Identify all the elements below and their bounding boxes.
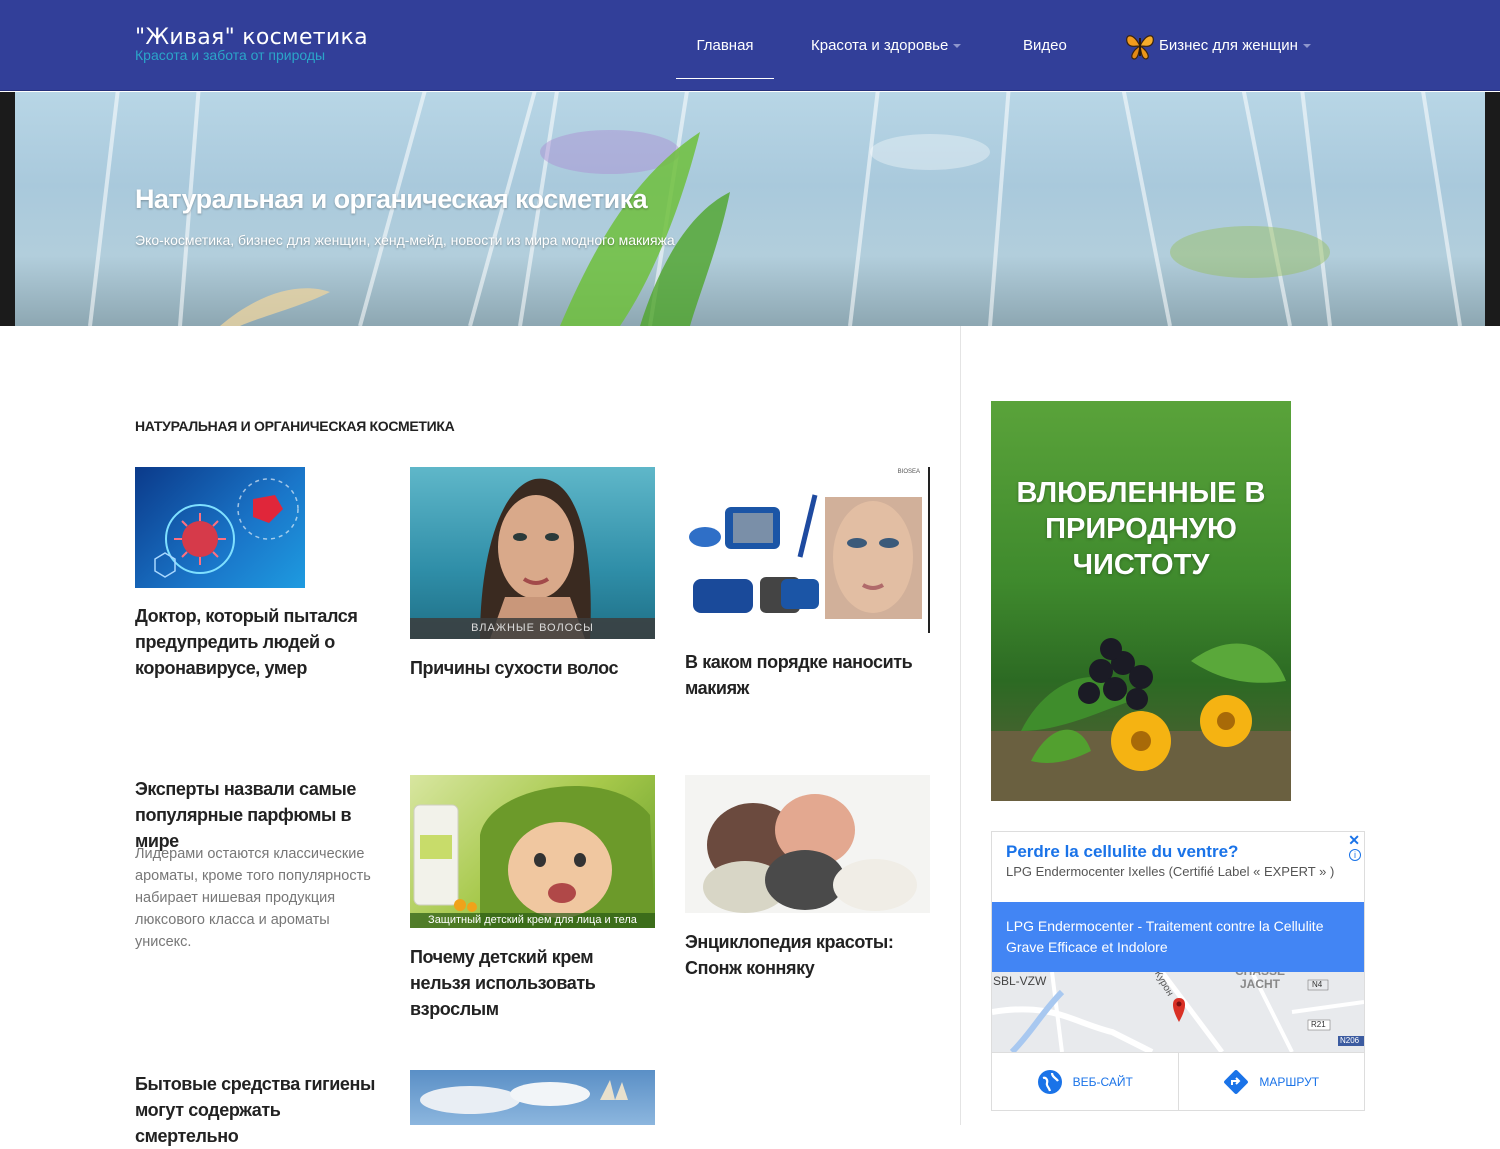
nav-item-home[interactable]: Главная xyxy=(676,0,774,91)
ad-description-panel[interactable]: LPG Endermocenter - Traitement contre la… xyxy=(992,902,1364,972)
nav-item-label: Красота и здоровье xyxy=(811,37,949,54)
woman-face-illustration xyxy=(480,478,591,639)
nav-item-beauty-health[interactable]: Красота и здоровье xyxy=(811,0,962,91)
hero-banner: Натуральная и органическая косметика Эко… xyxy=(0,92,1500,326)
ad-advertiser: LPG Endermocenter Ixelles (Certifié Labe… xyxy=(1006,864,1335,879)
nav-item-business-women[interactable]: Бизнес для женщин xyxy=(1123,0,1311,91)
baby-cream-illustration xyxy=(413,786,655,928)
sidebar-banner-ad[interactable]: ВЛЮБЛЕННЫЕ В ПРИРОДНУЮ ЧИСТОТУ xyxy=(991,401,1291,801)
ad-actions: ВЕБ-САЙТ МАРШРУТ xyxy=(992,1052,1364,1110)
website-button[interactable]: ВЕБ-САЙТ xyxy=(992,1053,1178,1110)
brand-label: BIOSEA xyxy=(897,469,920,475)
post-excerpt: Лидерами остаются классические ароматы, … xyxy=(135,846,371,950)
site-brand[interactable]: "Живая" косметика Красота и забота от пр… xyxy=(135,25,368,63)
hero-subtitle: Эко-косметика, бизнес для женщин, хенд-м… xyxy=(135,232,675,248)
route-button[interactable]: МАРШРУТ xyxy=(1177,1053,1365,1110)
map-illustration xyxy=(992,972,1364,1052)
route-label: МАРШРУТ xyxy=(1259,1074,1320,1089)
nav-item-label: Видео xyxy=(1023,37,1067,54)
post-title[interactable]: Энциклопедия красоты: Спонж конняку xyxy=(685,929,930,981)
post-title[interactable]: Причины сухости волос xyxy=(410,655,655,681)
map-label: N4 xyxy=(1312,980,1323,989)
post-image[interactable] xyxy=(685,775,930,913)
map-label: R21 xyxy=(1311,1020,1326,1029)
ad-description: LPG Endermocenter - Traitement contre la… xyxy=(1006,918,1324,955)
info-icon[interactable]: i xyxy=(1349,849,1361,861)
image-caption: Защитный детский крем для лица и тела xyxy=(410,913,655,928)
post-title[interactable]: Доктор, который пытался предупредить люд… xyxy=(135,603,375,681)
map-ad[interactable]: ✕ i Perdre la cellulite du ventre? LPG E… xyxy=(991,831,1365,1111)
ad-headline[interactable]: Perdre la cellulite du ventre? xyxy=(1006,842,1238,862)
post-title[interactable]: Почему детский крем нельзя использовать … xyxy=(410,944,655,1022)
website-label: ВЕБ-САЙТ xyxy=(1072,1074,1133,1089)
map-label: CHASSE JACHT xyxy=(1235,972,1285,991)
nav-item-video[interactable]: Видео xyxy=(1023,0,1067,91)
makeup-products-illustration xyxy=(689,494,922,619)
section-title: Натуральная и органическая косметика xyxy=(135,418,455,434)
konjac-sponges-illustration xyxy=(703,794,917,913)
post-title[interactable]: Бытовые средства гигиены могут содержать… xyxy=(135,1071,380,1149)
hero-title: Натуральная и органическая косметика xyxy=(135,184,648,214)
butterfly-icon xyxy=(1126,34,1154,60)
nav-item-label: Главная xyxy=(696,37,754,54)
chevron-down-icon xyxy=(1302,43,1311,48)
close-icon[interactable]: ✕ xyxy=(1348,832,1360,849)
clouds-ship-illustration xyxy=(420,1080,628,1114)
post-image[interactable] xyxy=(410,1070,655,1125)
nav-item-label: Бизнес для женщин xyxy=(1159,37,1298,54)
post-image[interactable]: Защитный детский крем для лица и тела xyxy=(410,775,655,928)
post-title[interactable]: В каком порядке наносить макияж xyxy=(685,649,930,701)
post-image[interactable]: ВЛАЖНЫЕ ВОЛОСЫ xyxy=(410,467,655,639)
chevron-down-icon xyxy=(953,43,962,48)
image-caption: ВЛАЖНЫЕ ВОЛОСЫ xyxy=(410,618,655,639)
banner-ad-text: ВЛЮБЛЕННЫЕ В ПРИРОДНУЮ ЧИСТОТУ xyxy=(1016,477,1266,581)
directions-icon xyxy=(1224,1069,1249,1094)
map-label: SBL-VZW xyxy=(993,974,1047,988)
map-label: N206 xyxy=(1340,1036,1360,1045)
virus-illustration xyxy=(154,478,299,578)
post-image[interactable] xyxy=(135,467,305,588)
berries-flowers-illustration xyxy=(991,638,1291,801)
sidebar-divider xyxy=(960,326,961,1125)
globe-icon xyxy=(1037,1069,1062,1094)
ad-map-image[interactable]: SBL-VZW CHASSE JACHT N4 R21 N206 Курон xyxy=(992,972,1364,1052)
post-image[interactable]: BIOSEA xyxy=(685,467,930,633)
site-header: "Живая" косметика Красота и забота от пр… xyxy=(0,0,1500,91)
